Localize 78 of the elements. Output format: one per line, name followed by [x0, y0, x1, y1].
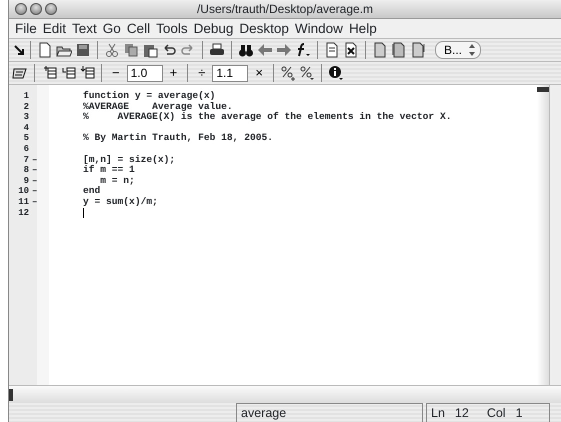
- window-title: /Users/trauth/Desktop/average.m: [196, 2, 374, 16]
- menu-item[interactable]: Debug: [190, 20, 236, 38]
- menu-item[interactable]: Help: [346, 20, 380, 38]
- window-control-button[interactable]: [45, 3, 57, 15]
- paste-icon[interactable]: [142, 42, 158, 58]
- breakpoint-dash[interactable]: –: [32, 176, 38, 186]
- scroll-thumb[interactable]: [537, 87, 549, 92]
- line-number: 9: [22, 176, 29, 186]
- code-line: m = n;: [100, 174, 135, 186]
- code-line: % By Martin Trauth, Feb 18, 2005.: [83, 132, 273, 144]
- line-number: 5: [22, 133, 29, 144]
- percent-menu-icon[interactable]: [298, 65, 315, 81]
- code-line: end: [83, 185, 100, 196]
- document-icon[interactable]: [324, 42, 340, 58]
- new-file-icon[interactable]: [37, 42, 53, 58]
- line-number: 6: [22, 144, 29, 155]
- cell-insert-icon[interactable]: [60, 65, 76, 81]
- line-number: 4: [22, 122, 29, 134]
- line-number: 1: [22, 91, 29, 102]
- scroll-thumb[interactable]: [9, 389, 13, 401]
- line-number: 11: [17, 196, 29, 208]
- decrement-button[interactable]: −: [108, 65, 124, 81]
- menu-item[interactable]: Tools: [153, 20, 191, 38]
- decrement-field[interactable]: 1.0: [126, 64, 163, 82]
- breakpoint-dash[interactable]: –: [32, 165, 38, 176]
- function-name-field: average: [236, 403, 423, 422]
- menu-item[interactable]: Text: [69, 20, 100, 38]
- menu-item[interactable]: Cell: [124, 20, 154, 38]
- cell-insert-icon[interactable]: [41, 65, 57, 81]
- line-value: 12: [454, 405, 469, 421]
- document-icon[interactable]: [372, 42, 388, 58]
- right-arrow-icon[interactable]: [276, 42, 292, 58]
- info-icon[interactable]: [328, 65, 344, 81]
- document-close-icon[interactable]: [343, 42, 359, 58]
- percent-plus-icon[interactable]: [280, 65, 296, 81]
- line-label: Ln: [431, 405, 445, 421]
- divide-button[interactable]: ÷: [194, 65, 210, 81]
- stack-button[interactable]: B...: [435, 41, 482, 59]
- stepper-arrows-icon[interactable]: [468, 42, 476, 58]
- code-line: % AVERAGE(X) is the average of the elements in the vector X.: [83, 111, 452, 122]
- line-number: 8: [22, 165, 29, 176]
- left-arrow-icon[interactable]: [257, 42, 273, 58]
- text-cursor: [83, 208, 84, 218]
- column-label: Col: [486, 405, 506, 421]
- menu-item[interactable]: Window: [292, 20, 346, 38]
- line-number: 3: [22, 112, 29, 123]
- line-number: 12: [17, 208, 29, 218]
- breakpoint-dash[interactable]: –: [32, 154, 38, 166]
- scissors-icon[interactable]: [104, 42, 120, 58]
- increment-button[interactable]: +: [166, 65, 182, 81]
- vertical-scrollbar[interactable]: [537, 85, 549, 385]
- horizontal-scrollbar[interactable]: [9, 385, 561, 403]
- save-icon[interactable]: [75, 42, 91, 58]
- code-line: %AVERAGE Average value.: [83, 100, 233, 112]
- window-control-button[interactable]: [30, 3, 42, 15]
- code-line: if m == 1: [83, 164, 135, 176]
- binoculars-icon[interactable]: [238, 42, 254, 58]
- code-line: y = sum(x)/m;: [83, 196, 158, 207]
- line-number: 10: [17, 186, 29, 197]
- breakpoint-dash[interactable]: –: [32, 186, 38, 197]
- line-number: 2: [22, 102, 29, 112]
- code-line: function y = average(x): [83, 90, 216, 101]
- multiply-button[interactable]: ×: [251, 65, 267, 81]
- printer-icon[interactable]: [209, 42, 225, 58]
- line-number: 7: [22, 154, 29, 166]
- documents-icon[interactable]: [391, 42, 407, 58]
- breakpoint-dash[interactable]: –: [32, 196, 38, 208]
- menu-item[interactable]: Desktop: [236, 20, 292, 38]
- menu-item[interactable]: Edit: [40, 20, 70, 38]
- menu-item[interactable]: Go: [100, 20, 124, 38]
- function-icon[interactable]: [295, 42, 311, 58]
- multiply-field[interactable]: 1.1: [212, 64, 248, 82]
- copy-icon[interactable]: [123, 42, 139, 58]
- window-control-button[interactable]: [15, 3, 27, 15]
- code-line: [m,n] = size(x);: [83, 154, 176, 165]
- cell-insert-icon[interactable]: [79, 65, 95, 81]
- menu-item[interactable]: File: [12, 20, 40, 38]
- column-value: 1: [516, 405, 523, 421]
